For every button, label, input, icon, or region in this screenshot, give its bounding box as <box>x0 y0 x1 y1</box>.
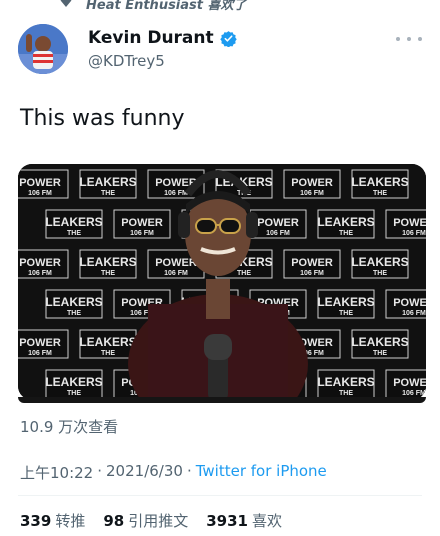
tweet-source-link[interactable]: Twitter for iPhone <box>196 462 327 483</box>
banner-logo-subtext: THE <box>101 190 115 197</box>
social-context-text: Heat Enthusiast 喜欢了 <box>86 0 247 13</box>
avatar[interactable] <box>18 24 68 74</box>
banner-logo-subtext: 106 FM <box>28 190 52 197</box>
banner-logo-subtext: THE <box>373 270 387 277</box>
banner-logo-text: POWER <box>393 297 426 309</box>
banner-logo-subtext: 106 FM <box>28 270 52 277</box>
banner-logo-text: LEAKERS <box>45 375 102 389</box>
banner-logo-text: POWER <box>19 177 61 189</box>
banner-logo-subtext: THE <box>67 310 81 317</box>
banner-logo-subtext: 106 FM <box>402 230 426 237</box>
banner-logo-subtext: 106 FM <box>164 270 188 277</box>
banner-logo-subtext: 106 FM <box>266 230 290 237</box>
banner-logo-text: POWER <box>291 257 333 269</box>
verified-badge-icon <box>219 30 237 47</box>
social-context: Heat Enthusiast 喜欢了 <box>0 0 440 16</box>
banner-logo-text: POWER <box>19 337 61 349</box>
banner-logo-text: LEAKERS <box>79 255 136 269</box>
retweets-stat[interactable]: 339 转推 <box>20 510 85 531</box>
banner-logo-subtext: THE <box>67 390 81 397</box>
banner-logo-subtext: THE <box>339 230 353 237</box>
banner-logo-subtext: THE <box>373 190 387 197</box>
more-options-icon[interactable] <box>396 32 422 46</box>
engagement-stats: 339 转推 98 引用推文 3931 喜欢 <box>20 510 282 531</box>
banner-logo-text: LEAKERS <box>317 215 374 229</box>
meta-separator: · <box>186 462 192 480</box>
author-block[interactable]: Kevin Durant @KDTrey5 <box>88 28 237 70</box>
banner-logo-subtext: 106 FM <box>300 270 324 277</box>
banner-logo-subtext: THE <box>373 350 387 357</box>
banner-logo-subtext: 106 FM <box>28 350 52 357</box>
banner-logo-text: POWER <box>19 257 61 269</box>
banner-logo-text: LEAKERS <box>79 335 136 349</box>
banner-logo-subtext: THE <box>339 390 353 397</box>
tweet-text: This was funny <box>20 106 185 131</box>
tweet-date[interactable]: 2021/6/30 <box>106 462 183 483</box>
banner-logo-subtext: 106 FM <box>300 190 324 197</box>
banner-logo-subtext: THE <box>101 270 115 277</box>
banner-logo-text: POWER <box>155 257 197 269</box>
banner-logo-text: LEAKERS <box>317 375 374 389</box>
video-frame: POWER106 FMLEAKERSTHEPOWER106 FMLEAKERST… <box>18 164 426 400</box>
banner-logo-text: LEAKERS <box>45 215 102 229</box>
banner-logo-text: POWER <box>393 217 426 229</box>
banner-logo-subtext: THE <box>237 270 251 277</box>
heart-icon <box>60 0 72 7</box>
likes-stat[interactable]: 3931 喜欢 <box>206 510 282 531</box>
banner-logo-subtext: THE <box>101 350 115 357</box>
meta-separator: · <box>97 462 103 480</box>
banner-logo-text: POWER <box>291 177 333 189</box>
banner-logo-text: LEAKERS <box>79 175 136 189</box>
author-handle[interactable]: @KDTrey5 <box>88 52 237 70</box>
banner-logo-subtext: 106 FM <box>402 390 426 397</box>
banner-logo-text: LEAKERS <box>351 175 408 189</box>
divider <box>18 495 422 496</box>
tweet-time[interactable]: 上午10:22 <box>20 462 93 483</box>
video-thumbnail[interactable]: POWER 106 FM LEAKERS THE POWER 106 FM LEAKERS T… <box>18 164 426 400</box>
banner-logo-text: POWER <box>257 217 299 229</box>
banner-logo-subtext: 106 FM <box>164 190 188 197</box>
banner-logo-subtext: THE <box>67 230 81 237</box>
banner-logo-text: POWER <box>121 217 163 229</box>
avatar-image <box>18 24 68 74</box>
banner-logo-text: POWER <box>393 377 426 389</box>
banner-logo-text: LEAKERS <box>317 295 374 309</box>
banner-logo-text: LEAKERS <box>351 255 408 269</box>
tweet-meta: 上午10:22 · 2021/6/30 · Twitter for iPhone <box>20 462 327 483</box>
quote-tweets-stat[interactable]: 98 引用推文 <box>103 510 188 531</box>
display-name[interactable]: Kevin Durant <box>88 28 214 48</box>
video-progress-track[interactable] <box>18 397 426 403</box>
banner-logo-text: LEAKERS <box>45 295 102 309</box>
banner-logo-text: LEAKERS <box>351 335 408 349</box>
banner-logo-subtext: 106 FM <box>402 310 426 317</box>
banner-logo-subtext: THE <box>339 310 353 317</box>
banner-logo-subtext: 106 FM <box>130 230 154 237</box>
view-count: 10.9 万次查看 <box>20 418 119 436</box>
